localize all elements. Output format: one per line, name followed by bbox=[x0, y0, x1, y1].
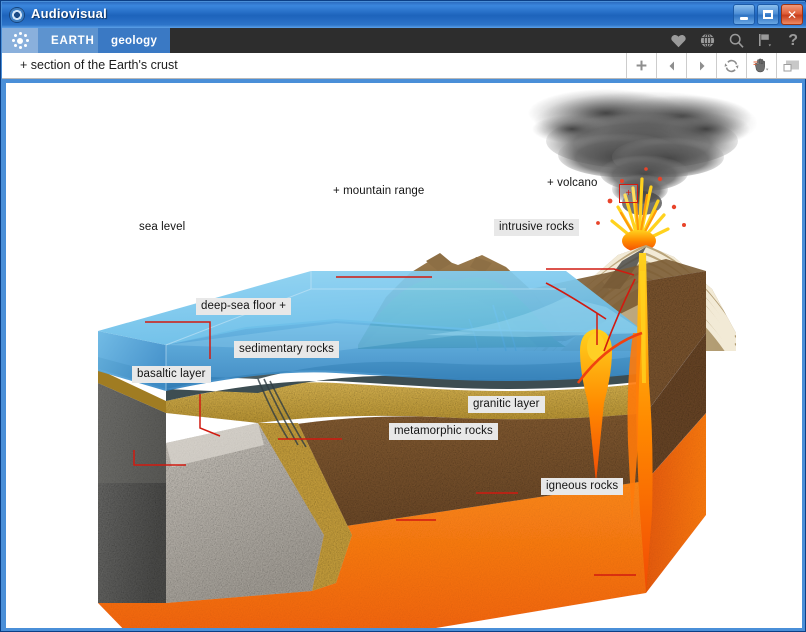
breadcrumb-label: section of the Earth's crust bbox=[30, 58, 178, 72]
label-granitic-layer[interactable]: granitic layer bbox=[468, 396, 545, 413]
label-sedimentary-rocks[interactable]: sedimentary rocks bbox=[234, 341, 340, 358]
flag-icon[interactable] bbox=[758, 28, 774, 53]
volcano-hotspot[interactable]: + bbox=[619, 184, 638, 203]
close-button[interactable]: ✕ bbox=[781, 4, 803, 25]
eye-icon bbox=[9, 7, 25, 23]
label-volcano-text: + volcano bbox=[547, 177, 598, 189]
add-button[interactable] bbox=[626, 53, 656, 78]
pan-hand-button[interactable] bbox=[746, 53, 776, 78]
search-icon[interactable] bbox=[729, 28, 744, 53]
label-granitic-layer-text: granitic layer bbox=[468, 396, 545, 413]
breadcrumb-plus-icon: + bbox=[20, 58, 28, 72]
label-intrusive-rocks[interactable]: intrusive rocks bbox=[494, 219, 579, 236]
tab-earth-label: EARTH bbox=[51, 34, 95, 47]
earth-crust-illustration bbox=[98, 89, 758, 628]
label-metamorphic-rocks[interactable]: metamorphic rocks bbox=[389, 423, 498, 440]
tab-geology[interactable]: geology bbox=[98, 28, 171, 53]
hotspot-plus-icon: + bbox=[625, 187, 632, 199]
label-intrusive-rocks-text: intrusive rocks bbox=[494, 219, 579, 236]
maximize-button[interactable] bbox=[757, 4, 779, 25]
sun-icon[interactable] bbox=[2, 28, 38, 53]
globe-icon[interactable] bbox=[700, 28, 715, 53]
layout-button[interactable] bbox=[776, 53, 806, 78]
toolbar bbox=[626, 53, 806, 78]
label-mountain-range[interactable]: + mountain range bbox=[330, 183, 427, 200]
refresh-button[interactable] bbox=[716, 53, 746, 78]
label-igneous-rocks[interactable]: igneous rocks bbox=[541, 478, 624, 495]
breadcrumb-bar: + section of the Earth's crust bbox=[2, 53, 806, 79]
help-glyph: ? bbox=[788, 31, 798, 49]
back-button[interactable] bbox=[656, 53, 686, 78]
ash-plume bbox=[528, 89, 758, 215]
label-metamorphic-rocks-text: metamorphic rocks bbox=[389, 423, 498, 440]
window-title: Audiovisual bbox=[31, 6, 107, 21]
label-deep-sea-floor-text: deep-sea floor + bbox=[196, 298, 292, 315]
label-sedimentary-rocks-text: sedimentary rocks bbox=[234, 341, 340, 358]
tab-geology-label: geology bbox=[111, 34, 158, 47]
help-icon[interactable]: ? bbox=[788, 28, 798, 53]
nav-bar: EARTH geology ? bbox=[2, 28, 806, 53]
label-basaltic-layer[interactable]: basaltic layer bbox=[132, 366, 211, 383]
diagram-canvas[interactable]: + sea level + mountain range + volcano i… bbox=[6, 83, 802, 628]
crust-block bbox=[98, 253, 706, 628]
minimize-button[interactable] bbox=[733, 4, 755, 25]
application-window: Audiovisual ✕ EARTH geology ? + section … bbox=[0, 0, 806, 632]
label-sea-level-text: sea level bbox=[139, 221, 186, 233]
heart-icon[interactable] bbox=[671, 28, 686, 53]
breadcrumb[interactable]: + section of the Earth's crust bbox=[20, 58, 178, 72]
label-igneous-rocks-text: igneous rocks bbox=[541, 478, 624, 495]
label-sea-level[interactable]: sea level bbox=[136, 219, 188, 236]
title-bar: Audiovisual ✕ bbox=[2, 2, 806, 28]
nav-icon-group: ? bbox=[671, 28, 798, 53]
label-deep-sea-floor[interactable]: deep-sea floor + bbox=[196, 298, 292, 315]
close-icon: ✕ bbox=[786, 7, 798, 22]
forward-button[interactable] bbox=[686, 53, 716, 78]
label-mountain-range-text: + mountain range bbox=[333, 185, 425, 197]
window-controls: ✕ bbox=[731, 4, 803, 26]
label-volcano[interactable]: + volcano bbox=[544, 175, 600, 192]
label-basaltic-layer-text: basaltic layer bbox=[132, 366, 211, 383]
